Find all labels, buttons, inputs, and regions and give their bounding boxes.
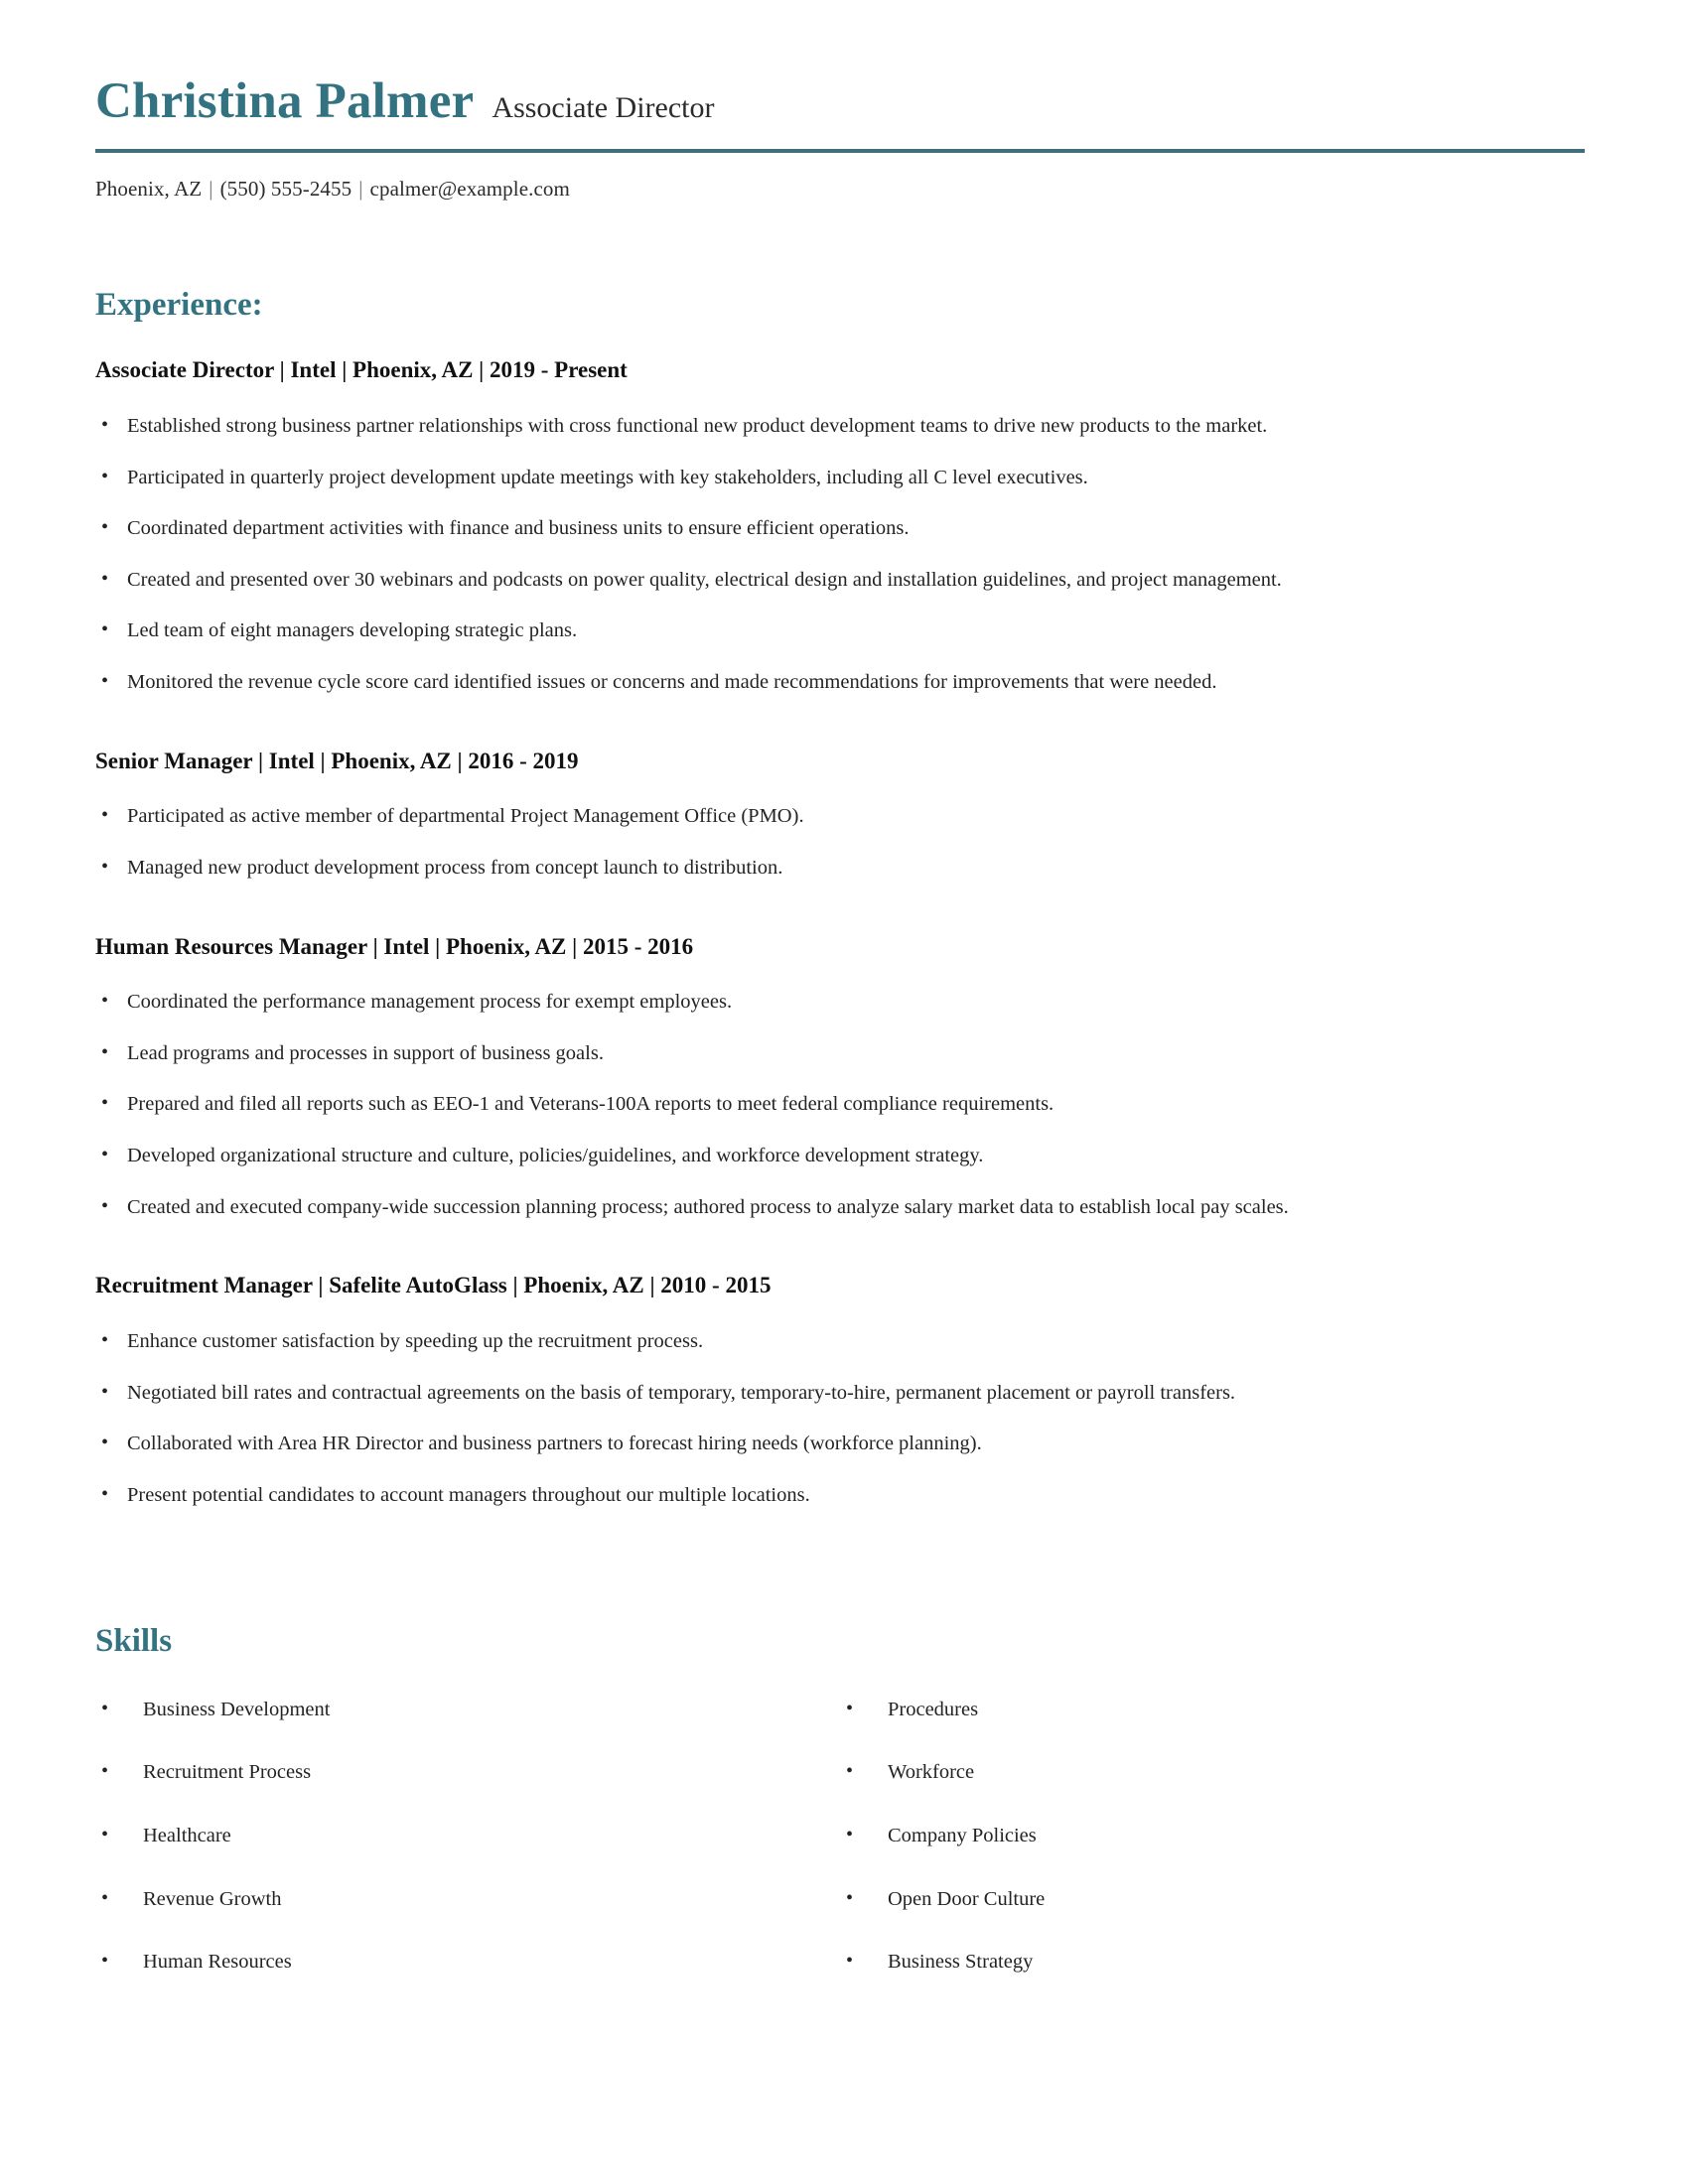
list-item: Human Resources (95, 1949, 840, 1976)
experience-entry: Human Resources Manager | Intel | Phoeni… (95, 882, 1585, 1221)
skills-grid: Business Development Recruitment Process… (95, 1660, 1585, 1976)
list-item: Business Development (95, 1697, 840, 1723)
list-item: Created and presented over 30 webinars a… (95, 567, 1585, 594)
contact-email: cpalmer@example.com (369, 177, 570, 202)
skills-section: Skills Business Development Recruitment … (95, 1508, 1585, 1975)
list-item: Negotiated bill rates and contractual ag… (95, 1380, 1585, 1407)
list-item: Coordinated department activities with f… (95, 515, 1585, 542)
list-item: Present potential candidates to account … (95, 1482, 1585, 1509)
experience-entry-bullets: Enhance customer satisfaction by speedin… (95, 1328, 1585, 1509)
list-item: Coordinated the performance management p… (95, 989, 1585, 1016)
list-item: Lead programs and processes in support o… (95, 1040, 1585, 1067)
list-item: Established strong business partner rela… (95, 413, 1585, 440)
contact-location: Phoenix, AZ (95, 177, 203, 202)
experience-entry-heading: Associate Director | Intel | Phoenix, AZ… (95, 357, 628, 383)
list-item: Monitored the revenue cycle score card i… (95, 669, 1585, 696)
experience-entry: Senior Manager | Intel | Phoenix, AZ | 2… (95, 696, 1585, 882)
list-item: Collaborated with Area HR Director and b… (95, 1431, 1585, 1457)
experience-entry-bullets: Coordinated the performance management p… (95, 989, 1585, 1221)
list-item: Procedures (840, 1697, 1585, 1723)
list-item: Recruitment Process (95, 1759, 840, 1786)
experience-section: Experience: Associate Director | Intel |… (95, 202, 1585, 1508)
list-item: Developed organizational structure and c… (95, 1143, 1585, 1169)
contact-line: Phoenix, AZ | (550) 555-2455 | cpalmer@examp… (95, 177, 1585, 202)
candidate-name: Christina Palmer (95, 73, 475, 129)
candidate-job-title: Associate Director (492, 91, 715, 124)
name-and-title: Christina Palmer Associate Director (95, 73, 1585, 129)
skills-heading: Skills (95, 1623, 173, 1660)
experience-entry-heading: Human Resources Manager | Intel | Phoeni… (95, 933, 694, 959)
list-item: Led team of eight managers developing st… (95, 617, 1585, 644)
experience-entry-bullets: Participated as active member of departm… (95, 803, 1585, 882)
experience-entry-bullets: Established strong business partner rela… (95, 413, 1585, 696)
experience-entry: Associate Director | Intel | Phoenix, AZ… (95, 323, 1585, 695)
list-item: Prepared and filed all reports such as E… (95, 1091, 1585, 1118)
skills-list-right: Procedures Workforce Company Policies Op… (840, 1697, 1585, 1976)
list-item: Managed new product development process … (95, 855, 1585, 882)
list-item: Company Policies (840, 1823, 1585, 1849)
skills-list-left: Business Development Recruitment Process… (95, 1697, 840, 1976)
list-item: Revenue Growth (95, 1886, 840, 1913)
experience-entry-heading: Recruitment Manager | Safelite AutoGlass… (95, 1273, 772, 1298)
list-item: Business Strategy (840, 1949, 1585, 1976)
experience-heading: Experience: (95, 287, 263, 324)
contact-separator-2: | (358, 177, 363, 202)
list-item: Open Door Culture (840, 1886, 1585, 1913)
experience-entry: Recruitment Manager | Safelite AutoGlass… (95, 1220, 1585, 1508)
skills-column-left: Business Development Recruitment Process… (95, 1680, 840, 1976)
list-item: Workforce (840, 1759, 1585, 1786)
resume-page: Christina Palmer Associate Director Phoe… (0, 0, 1688, 2184)
list-item: Healthcare (95, 1823, 840, 1849)
contact-separator-1: | (209, 177, 213, 202)
list-item: Participated in quarterly project develo… (95, 465, 1585, 491)
contact-phone: (550) 555-2455 (219, 177, 352, 202)
header-divider (95, 149, 1585, 154)
list-item: Participated as active member of departm… (95, 803, 1585, 830)
list-item: Created and executed company-wide succes… (95, 1194, 1585, 1221)
resume-content: Christina Palmer Associate Director Phoe… (95, 0, 1585, 1976)
experience-entry-heading: Senior Manager | Intel | Phoenix, AZ | 2… (95, 748, 579, 773)
list-item: Enhance customer satisfaction by speedin… (95, 1328, 1585, 1355)
resume-header: Christina Palmer Associate Director Phoe… (95, 0, 1585, 202)
skills-column-right: Procedures Workforce Company Policies Op… (840, 1680, 1585, 1976)
